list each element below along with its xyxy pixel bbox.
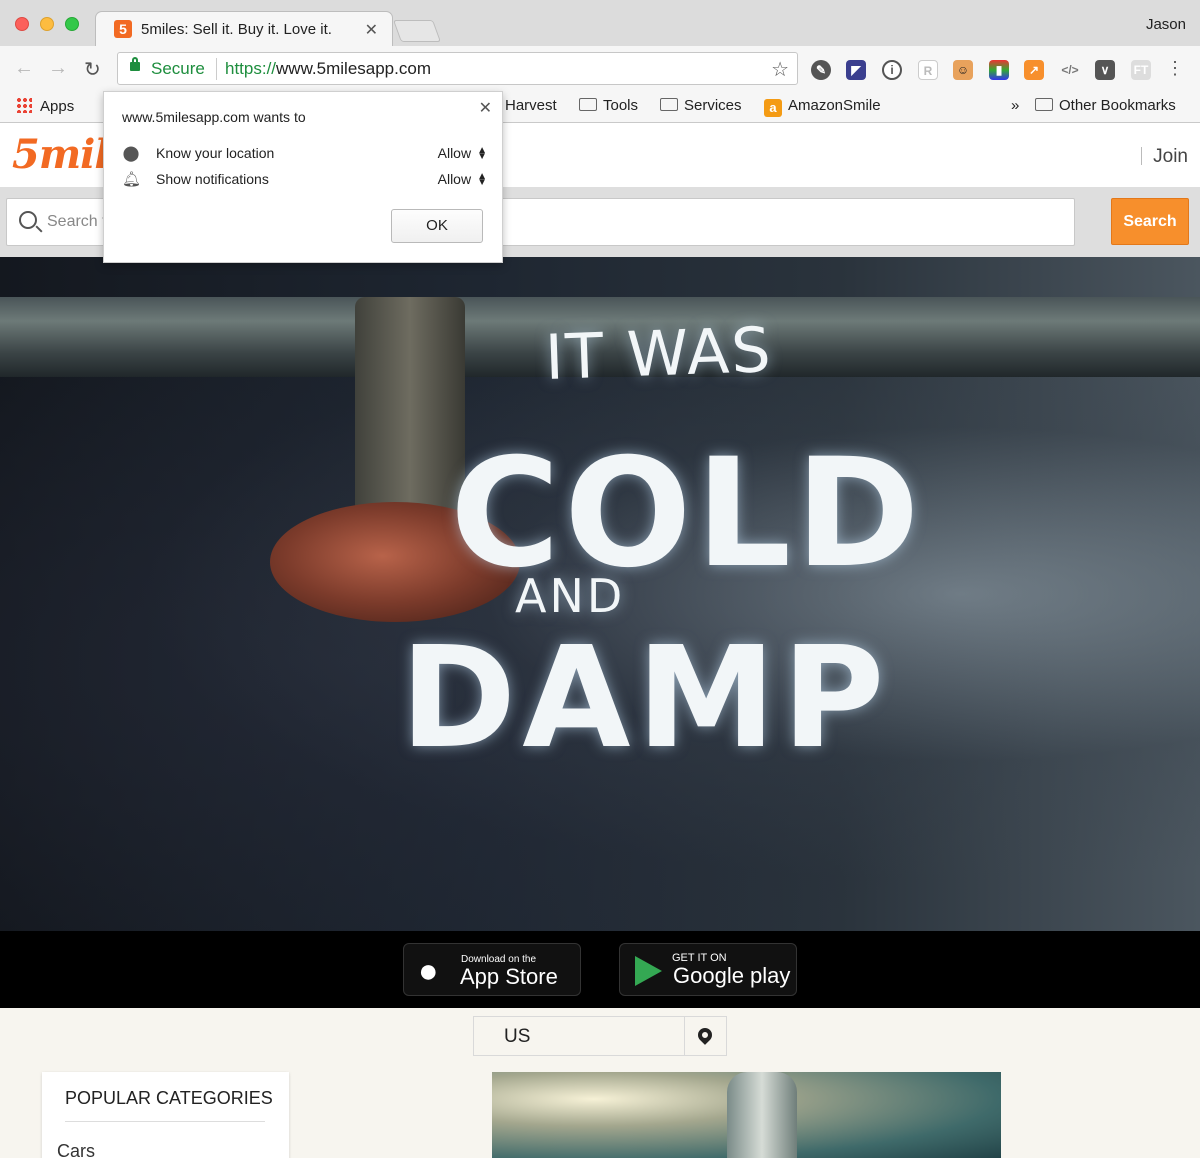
pocket-icon[interactable]: ∨ bbox=[1095, 60, 1115, 80]
url-host: www.5milesapp.com bbox=[276, 59, 431, 78]
join-link[interactable]: Join bbox=[1153, 146, 1188, 168]
bookmark-label: Apps bbox=[40, 98, 75, 115]
amazon-icon: a bbox=[764, 99, 782, 117]
location-value: US bbox=[504, 1026, 531, 1047]
bookmarks-overflow-button[interactable]: » bbox=[1011, 97, 1019, 114]
header-divider bbox=[1141, 147, 1142, 165]
app-store-badge[interactable]: ● Download on the App Store bbox=[403, 943, 581, 996]
browser-titlebar: 5 5miles: Sell it. Buy it. Love it. ✕ Ja… bbox=[0, 0, 1200, 47]
close-icon[interactable]: ✕ bbox=[479, 98, 492, 118]
tab-close-icon[interactable]: ✕ bbox=[365, 20, 378, 40]
minimize-window-button[interactable] bbox=[40, 17, 54, 31]
popular-categories-panel: POPULAR CATEGORIES Cars bbox=[42, 1072, 289, 1158]
location-selector[interactable]: US bbox=[473, 1016, 727, 1056]
url-text[interactable]: https://www.5milesapp.com bbox=[225, 59, 431, 79]
bookmark-label: Services bbox=[684, 97, 742, 114]
secure-label[interactable]: Secure bbox=[151, 59, 205, 79]
location-pin-icon: ⬤ bbox=[122, 145, 140, 162]
bookmark-label: Tools bbox=[603, 97, 639, 114]
address-bar[interactable]: Secure https://www.5milesapp.com ☆ bbox=[117, 52, 798, 85]
bookmark-harvest[interactable]: Harvest bbox=[505, 97, 557, 114]
hero-valve-image bbox=[355, 297, 465, 527]
location-pin-icon[interactable] bbox=[695, 1025, 715, 1045]
featured-image-detail bbox=[727, 1072, 797, 1158]
bookmark-folder-services[interactable]: Services bbox=[660, 97, 742, 114]
readability-icon[interactable]: R bbox=[918, 60, 938, 80]
bookmark-label: Harvest bbox=[505, 97, 557, 114]
search-icon bbox=[19, 211, 37, 229]
apple-icon: ● bbox=[418, 952, 439, 990]
ok-button[interactable]: OK bbox=[391, 209, 483, 243]
vue-devtools-icon[interactable]: ◤ bbox=[846, 60, 866, 80]
permission-label: Know your location bbox=[156, 145, 275, 161]
hero-text-line1: IT WAS bbox=[543, 313, 774, 394]
select-chevrons-icon: ▲ ▼ bbox=[477, 145, 487, 162]
folder-icon bbox=[660, 98, 678, 111]
search-button[interactable]: Search bbox=[1111, 198, 1189, 245]
back-arrow-icon[interactable]: ← bbox=[14, 57, 34, 80]
app-store-big-text: App Store bbox=[460, 964, 558, 989]
permission-row-location: ⬤ Know your location Allow ▲ ▼ bbox=[122, 144, 487, 164]
hero-text-line3: AND bbox=[515, 569, 626, 623]
maximize-window-button[interactable] bbox=[65, 17, 79, 31]
search-placeholder: Search f bbox=[47, 213, 107, 230]
ft-icon[interactable]: FT bbox=[1131, 60, 1151, 80]
analytics-icon[interactable]: ↗ bbox=[1024, 60, 1044, 80]
permission-dialog-title: www.5milesapp.com wants to bbox=[122, 109, 306, 125]
profile-name[interactable]: Jason bbox=[1146, 16, 1186, 33]
browser-menu-icon[interactable]: ⋮ bbox=[1166, 58, 1184, 79]
reload-icon[interactable]: ↻ bbox=[84, 57, 101, 82]
folder-icon bbox=[1035, 98, 1053, 111]
url-scheme: https:// bbox=[225, 59, 277, 78]
categories-divider bbox=[65, 1121, 265, 1122]
notification-permission-select[interactable]: Allow ▲ ▼ bbox=[437, 171, 487, 188]
featured-image[interactable] bbox=[492, 1072, 1001, 1158]
browser-toolbar: ← → ↻ Secure https://www.5milesapp.com ☆… bbox=[0, 46, 1200, 92]
omnibox-divider bbox=[216, 58, 217, 80]
permission-value: Allow bbox=[437, 145, 472, 161]
bookmark-folder-tools[interactable]: Tools bbox=[579, 97, 638, 114]
bookmark-folder-other[interactable]: Other Bookmarks bbox=[1035, 97, 1176, 114]
new-tab-button[interactable] bbox=[392, 20, 442, 42]
bookmark-label: Other Bookmarks bbox=[1059, 97, 1176, 114]
bookmark-label: AmazonSmile bbox=[788, 97, 881, 114]
lock-icon[interactable] bbox=[130, 57, 140, 71]
forward-arrow-icon[interactable]: → bbox=[48, 57, 68, 80]
onepassword-icon[interactable]: i bbox=[882, 60, 902, 80]
google-play-icon bbox=[635, 956, 662, 986]
permission-row-notifications: 🔔︎ Show notifications Allow ▲ ▼ bbox=[122, 170, 487, 190]
app-download-bar: ● Download on the App Store GET IT ON Go… bbox=[0, 931, 1200, 1008]
select-chevrons-icon: ▲ ▼ bbox=[477, 171, 487, 188]
folder-icon bbox=[579, 98, 597, 111]
permission-value: Allow bbox=[437, 171, 472, 187]
permission-label: Show notifications bbox=[156, 171, 269, 187]
browser-tab-active[interactable]: 5 5miles: Sell it. Buy it. Love it. ✕ bbox=[95, 11, 393, 47]
location-divider bbox=[684, 1017, 685, 1055]
rss-icon[interactable]: ✎ bbox=[811, 60, 831, 80]
category-item-cars[interactable]: Cars bbox=[57, 1141, 95, 1158]
google-play-big-text: Google play bbox=[673, 963, 791, 988]
apps-grid-icon bbox=[16, 97, 32, 113]
bell-icon: 🔔︎ bbox=[122, 171, 142, 188]
hero-text-line4: DAMP bbox=[400, 617, 891, 780]
location-permission-select[interactable]: Allow ▲ ▼ bbox=[437, 145, 487, 162]
avatar-extension-icon[interactable]: ☺ bbox=[953, 60, 973, 80]
tab-title: 5miles: Sell it. Buy it. Love it. bbox=[141, 21, 332, 38]
categories-heading: POPULAR CATEGORIES bbox=[65, 1088, 273, 1108]
google-play-badge[interactable]: GET IT ON Google play bbox=[619, 943, 797, 996]
hero-banner: IT WAS COLD AND DAMP bbox=[0, 257, 1200, 931]
permission-dialog: www.5milesapp.com wants to ✕ ⬤ Know your… bbox=[103, 91, 503, 263]
bookmark-apps[interactable]: Apps bbox=[16, 97, 74, 115]
bookmark-amazonsmile[interactable]: a AmazonSmile bbox=[764, 97, 881, 117]
close-window-button[interactable] bbox=[15, 17, 29, 31]
bookmark-star-icon[interactable]: ☆ bbox=[771, 57, 789, 82]
color-extension-icon[interactable]: ▮ bbox=[989, 60, 1009, 80]
favicon-icon: 5 bbox=[114, 20, 132, 38]
code-icon[interactable]: </> bbox=[1060, 60, 1080, 80]
